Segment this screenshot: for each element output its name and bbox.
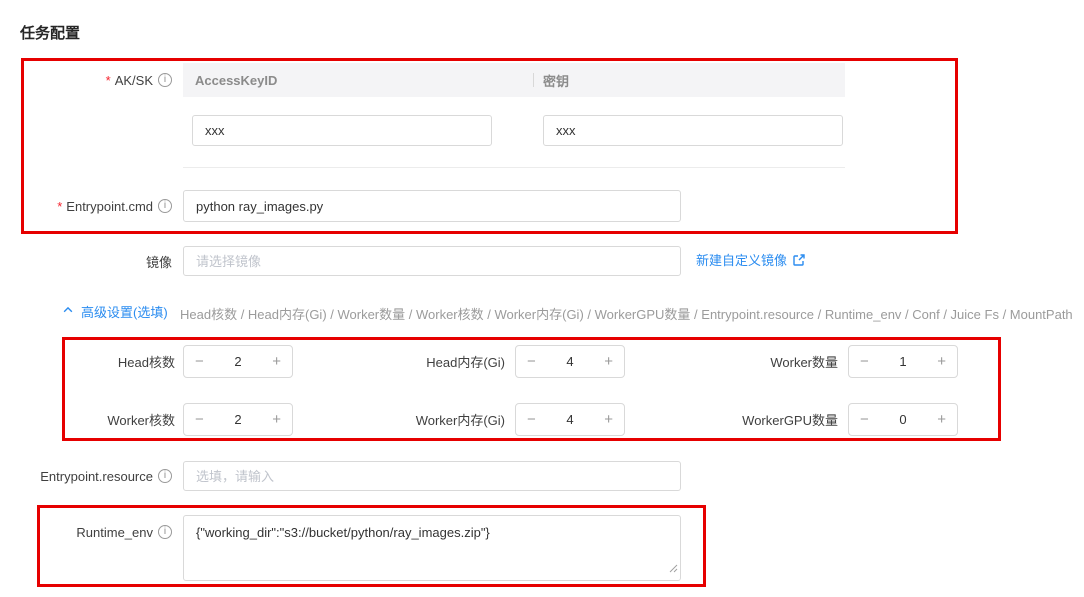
advanced-settings-toggle[interactable]: 高级设置(选填): [62, 302, 168, 321]
create-custom-image-link-text: 新建自定义镜像: [696, 253, 788, 268]
worker-count-stepper[interactable]: − 1 +: [848, 345, 958, 378]
aksk-label: * AK/SK i: [0, 64, 172, 96]
worker-count-label: Worker数量: [770, 355, 838, 370]
aksk-label-text: AK/SK: [114, 72, 153, 88]
runtime-env-label-text: Runtime_env: [76, 524, 153, 540]
entrypoint-cmd-input[interactable]: [183, 190, 681, 222]
task-config-page: 任务配置 * AK/SK i AccessKeyID 密钥 * Entrypoi…: [0, 0, 1084, 597]
aksk-header-bar: AccessKeyID 密钥: [183, 63, 845, 97]
entrypoint-cmd-label: * Entrypoint.cmd i: [0, 190, 172, 222]
stepper-value[interactable]: 4: [566, 412, 573, 427]
stepper-value[interactable]: 2: [234, 354, 241, 369]
entrypoint-resource-label: Entrypoint.resource i: [0, 461, 172, 491]
accesskey-input[interactable]: [192, 115, 492, 146]
minus-icon[interactable]: −: [195, 354, 204, 369]
worker-memory-stepper[interactable]: − 4 +: [515, 403, 625, 436]
image-label: 镜像: [0, 246, 172, 276]
create-custom-image-link[interactable]: 新建自定义镜像: [696, 250, 806, 269]
head-memory-label: Head内存(Gi): [426, 355, 505, 370]
plus-icon[interactable]: +: [272, 412, 281, 427]
info-icon[interactable]: i: [158, 469, 172, 483]
advanced-settings-summary: Head核数 / Head内存(Gi) / Worker数量 / Worker核…: [180, 307, 1073, 322]
stepper-value[interactable]: 4: [566, 354, 573, 369]
image-select-input[interactable]: [183, 246, 681, 276]
stepper-value[interactable]: 2: [234, 412, 241, 427]
head-cores-stepper[interactable]: − 2 +: [183, 345, 293, 378]
required-asterisk: *: [105, 72, 111, 88]
plus-icon[interactable]: +: [272, 354, 281, 369]
head-cores-label: Head核数: [117, 355, 175, 370]
minus-icon[interactable]: −: [860, 412, 869, 427]
minus-icon[interactable]: −: [527, 354, 536, 369]
header-divider: [533, 73, 534, 87]
image-label-text: 镜像: [145, 254, 172, 270]
worker-cores-stepper[interactable]: − 2 +: [183, 403, 293, 436]
plus-icon[interactable]: +: [937, 354, 946, 369]
aksk-bottom-divider: [183, 167, 845, 168]
plus-icon[interactable]: +: [604, 412, 613, 427]
head-memory-stepper[interactable]: − 4 +: [515, 345, 625, 378]
external-link-icon: [792, 253, 806, 267]
info-icon[interactable]: i: [158, 73, 172, 87]
plus-icon[interactable]: +: [937, 412, 946, 427]
runtime-env-textarea[interactable]: {"working_dir":"s3://bucket/python/ray_i…: [183, 515, 681, 581]
secret-input[interactable]: [543, 115, 843, 146]
stepper-value[interactable]: 1: [899, 354, 906, 369]
advanced-settings-toggle-text: 高级设置(选填): [81, 305, 168, 320]
worker-gpu-count-label: WorkerGPU数量: [742, 413, 838, 428]
entrypoint-cmd-label-text: Entrypoint.cmd: [66, 198, 153, 214]
page-title: 任务配置: [20, 25, 81, 42]
minus-icon[interactable]: −: [860, 354, 869, 369]
worker-memory-label: Worker内存(Gi): [415, 413, 505, 428]
required-asterisk: *: [57, 198, 63, 214]
accesskey-column-header: AccessKeyID: [195, 72, 278, 88]
entrypoint-resource-label-text: Entrypoint.resource: [40, 468, 153, 484]
worker-gpu-count-stepper[interactable]: − 0 +: [848, 403, 958, 436]
minus-icon[interactable]: −: [527, 412, 536, 427]
info-icon[interactable]: i: [158, 525, 172, 539]
minus-icon[interactable]: −: [195, 412, 204, 427]
entrypoint-resource-input[interactable]: [183, 461, 681, 491]
runtime-env-label: Runtime_env i: [0, 516, 172, 548]
worker-cores-label: Worker核数: [107, 413, 175, 428]
stepper-value[interactable]: 0: [899, 412, 906, 427]
plus-icon[interactable]: +: [604, 354, 613, 369]
secret-column-header: 密钥: [543, 73, 570, 89]
info-icon[interactable]: i: [158, 199, 172, 213]
chevron-up-icon: [62, 304, 74, 319]
